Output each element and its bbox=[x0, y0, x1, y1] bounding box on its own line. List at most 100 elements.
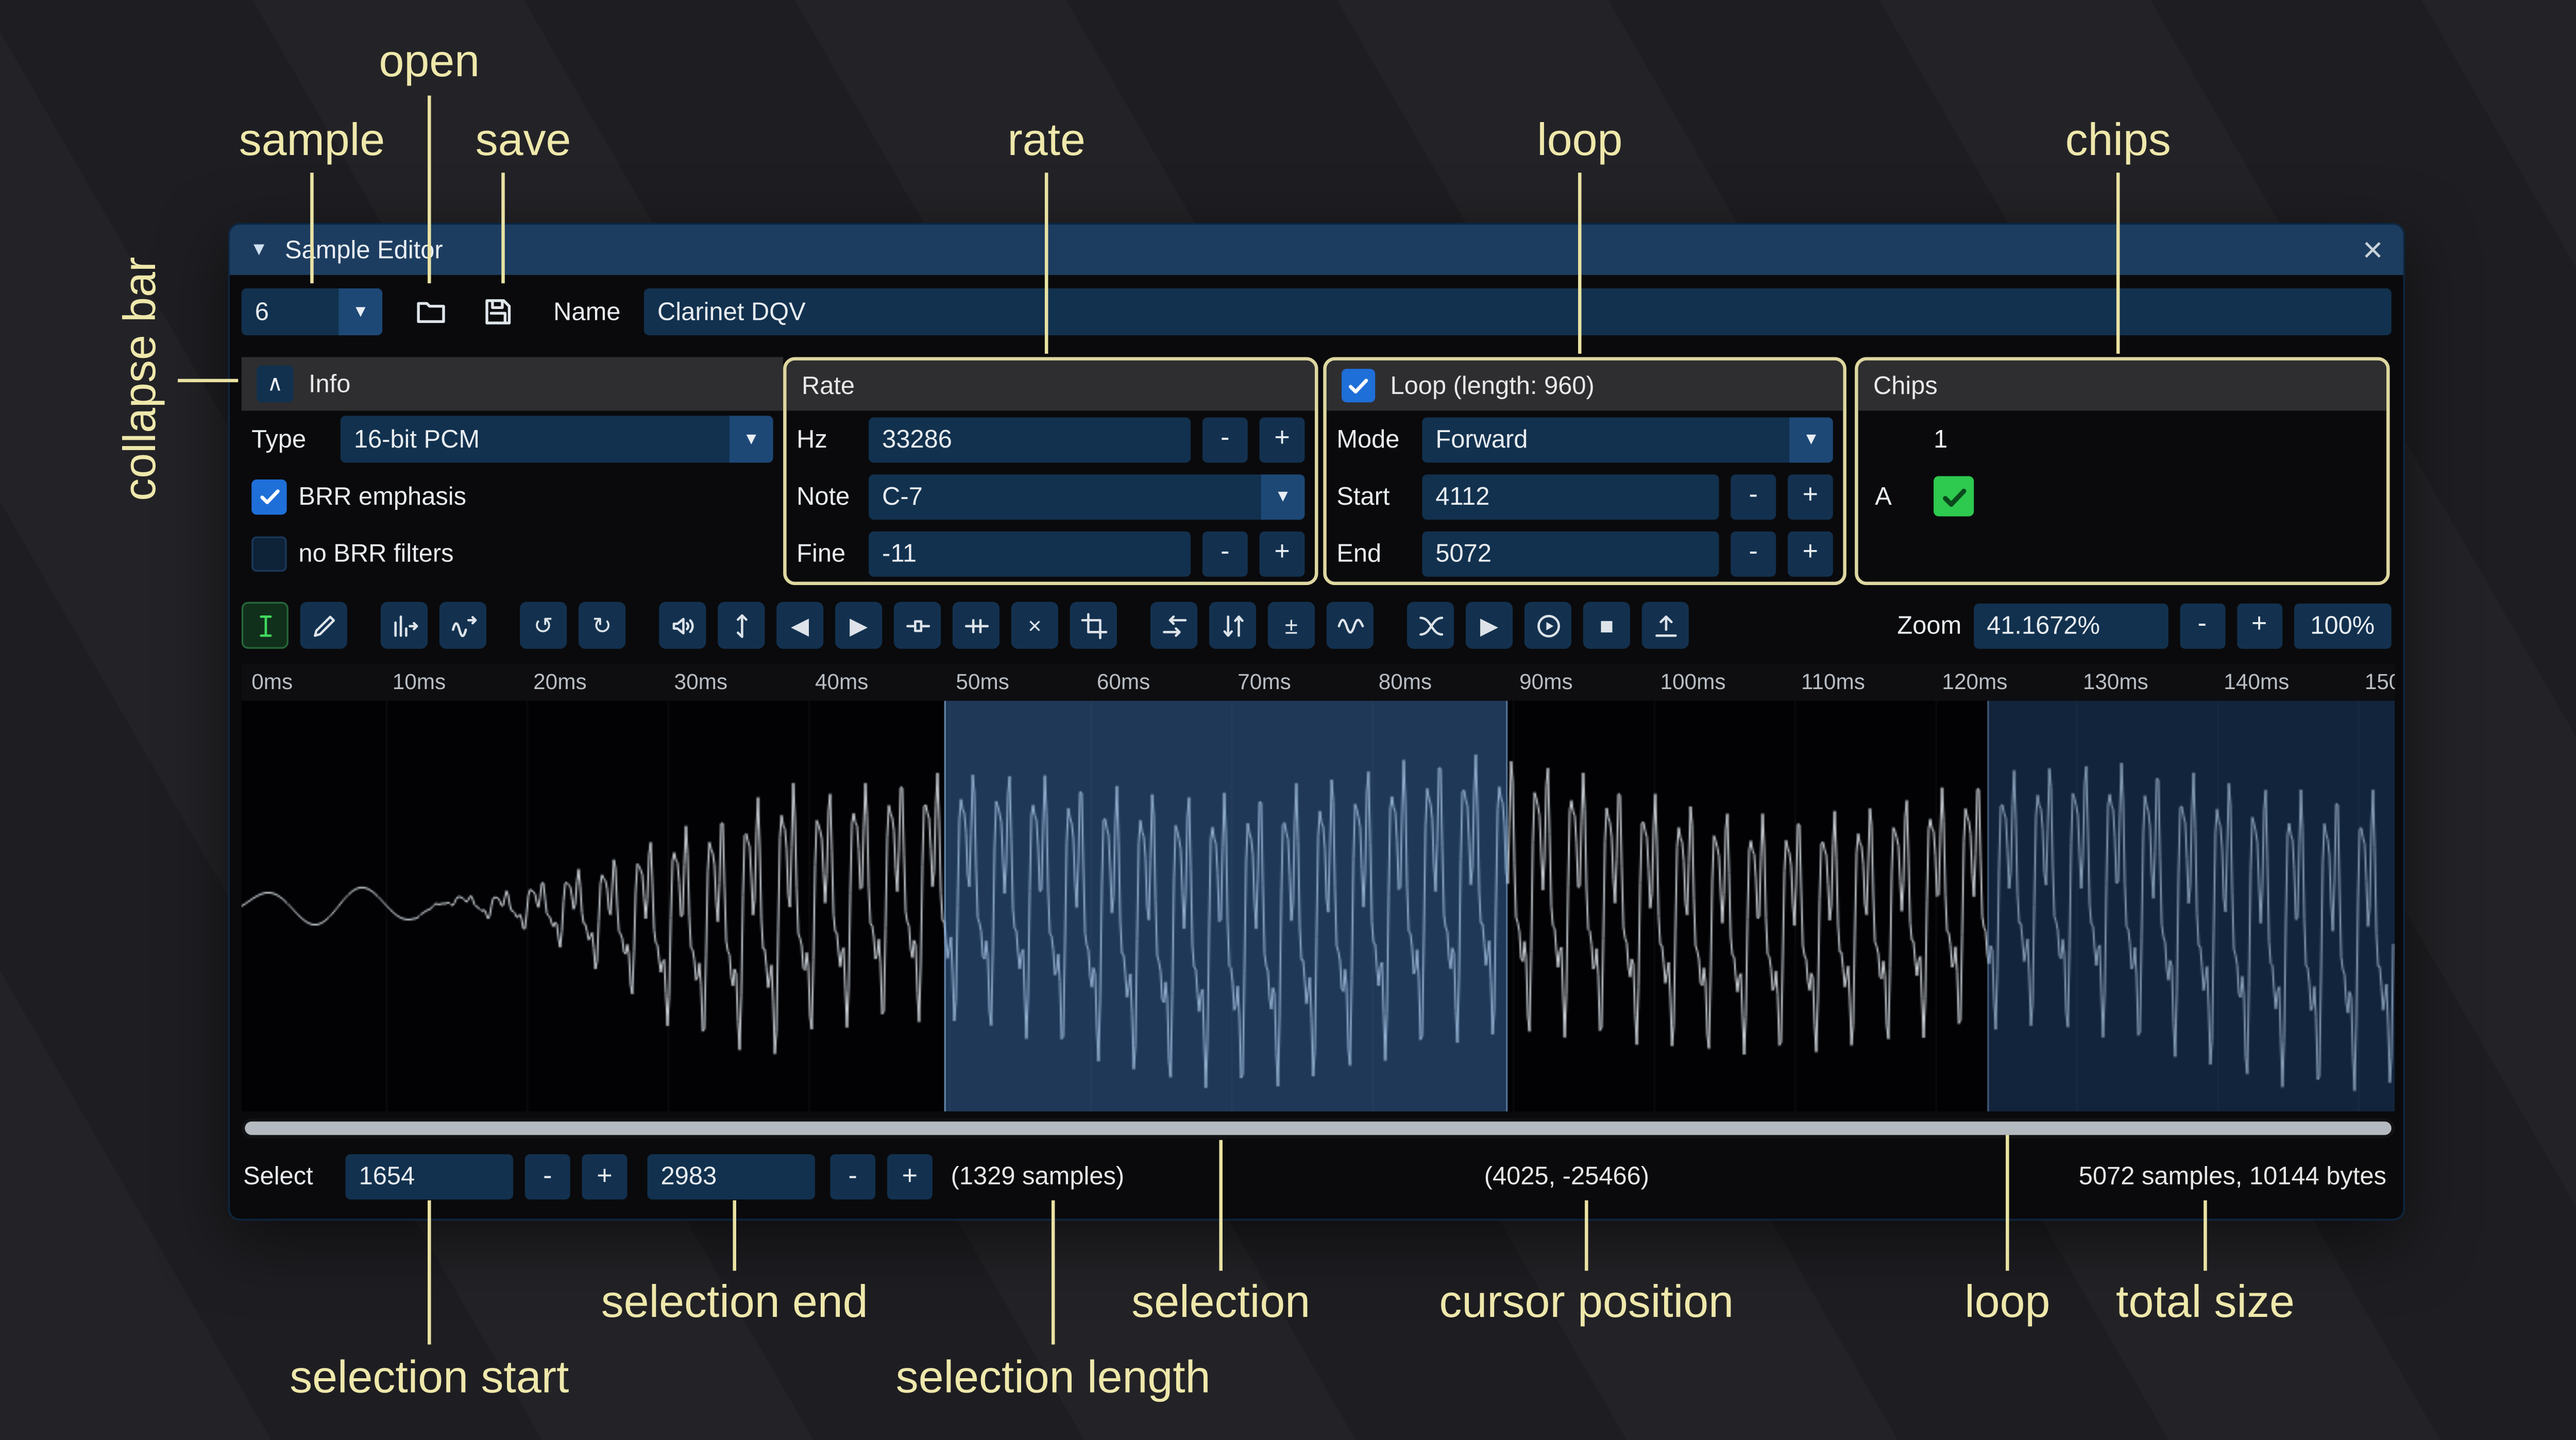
selection-region[interactable] bbox=[944, 701, 1508, 1111]
timeline-label: 60ms bbox=[1097, 669, 1150, 694]
selection-start-increase-button[interactable]: + bbox=[582, 1154, 628, 1199]
open-button[interactable] bbox=[406, 288, 456, 335]
loop-start-increase-button[interactable]: + bbox=[1788, 474, 1833, 519]
sample-type-select[interactable]: 16-bit PCM ▼ bbox=[341, 416, 773, 462]
zoom-input[interactable] bbox=[1973, 603, 2168, 648]
no-brr-filters-checkbox[interactable] bbox=[251, 536, 286, 571]
insert-silence-button[interactable] bbox=[894, 602, 941, 649]
stop-preview-button[interactable]: ■ bbox=[1583, 602, 1630, 649]
hz-increase-button[interactable]: + bbox=[1260, 417, 1305, 462]
annotation-selection: selection bbox=[1131, 1277, 1310, 1329]
selection-start-decrease-button[interactable]: - bbox=[525, 1154, 570, 1199]
chevron-down-icon[interactable]: ▼ bbox=[1261, 474, 1305, 519]
fade-out-button[interactable]: ▶ bbox=[835, 602, 882, 649]
zoom-reset-button[interactable]: 100% bbox=[2294, 603, 2392, 648]
sections-row: ∧ Info Type 16-bit PCM ▼ BRR emphasis bbox=[242, 357, 2395, 585]
fine-increase-button[interactable]: + bbox=[1260, 530, 1305, 576]
titlebar[interactable]: ▼ Sample Editor × bbox=[230, 225, 2403, 275]
fine-input[interactable] bbox=[869, 530, 1191, 576]
floppy-icon bbox=[481, 295, 515, 329]
loop-start-decrease-button[interactable]: - bbox=[1731, 474, 1776, 519]
annotation-selection-start: selection start bbox=[290, 1352, 569, 1404]
annotation-line-cursor-position bbox=[1585, 1201, 1588, 1271]
timeline-ruler[interactable]: 0ms10ms20ms30ms40ms50ms60ms70ms80ms90ms1… bbox=[242, 664, 2395, 702]
chevron-down-icon[interactable]: ▼ bbox=[1789, 417, 1833, 462]
amplify-button[interactable] bbox=[659, 602, 706, 649]
brr-emphasis-checkbox[interactable] bbox=[251, 478, 286, 513]
status-bar: Select - + - + (1329 samples) (4025, -25… bbox=[230, 1146, 2403, 1207]
chevron-down-icon[interactable]: ▼ bbox=[339, 288, 383, 335]
zoom-out-button[interactable]: - bbox=[2179, 603, 2225, 648]
import-sample-button[interactable] bbox=[1642, 602, 1689, 649]
loop-end-input[interactable] bbox=[1422, 530, 1719, 576]
window-collapse-icon[interactable]: ▼ bbox=[250, 239, 268, 260]
timeline-label: 140ms bbox=[2224, 669, 2289, 694]
waveform-view[interactable] bbox=[242, 701, 2395, 1111]
selection-end-input[interactable] bbox=[647, 1154, 815, 1199]
sample-selector[interactable]: 6 ▼ bbox=[242, 288, 382, 335]
annotation-save: save bbox=[476, 115, 571, 167]
zoom-in-button[interactable]: + bbox=[2236, 603, 2282, 648]
annotation-line-rate bbox=[1045, 173, 1048, 354]
apply-filter-icon bbox=[1336, 611, 1364, 639]
loop-start-input[interactable] bbox=[1422, 474, 1719, 519]
crossfade-loop-button[interactable] bbox=[1407, 602, 1454, 649]
horizontal-scrollbar[interactable] bbox=[242, 1118, 2395, 1138]
invert-button[interactable] bbox=[1209, 602, 1256, 649]
sample-selector-value: 6 bbox=[242, 298, 339, 326]
fade-in-button[interactable]: ◀ bbox=[776, 602, 823, 649]
save-button[interactable] bbox=[473, 288, 523, 335]
fine-decrease-button[interactable]: - bbox=[1202, 530, 1248, 576]
hz-input[interactable] bbox=[869, 417, 1191, 462]
annotation-line-loop-region bbox=[2006, 1135, 2009, 1271]
note-select[interactable]: C-7 ▼ bbox=[869, 474, 1304, 519]
loop-mode-select[interactable]: Forward ▼ bbox=[1422, 417, 1833, 462]
apply-filter-button[interactable] bbox=[1327, 602, 1374, 649]
hz-decrease-button[interactable]: - bbox=[1202, 417, 1248, 462]
select-mode-button[interactable] bbox=[242, 602, 289, 649]
chevron-down-icon[interactable]: ▼ bbox=[730, 416, 773, 462]
annotation-line-open bbox=[428, 96, 431, 284]
loop-end-decrease-button[interactable]: - bbox=[1731, 530, 1776, 576]
normalize-button[interactable] bbox=[718, 602, 765, 649]
loop-end-increase-button[interactable]: + bbox=[1788, 530, 1833, 576]
chip-a-checkbox[interactable] bbox=[1934, 476, 1974, 516]
toolbar-buttons: ↺ ↻ ◀ ▶ × ± ▶ ■ bbox=[242, 602, 1689, 649]
name-input[interactable] bbox=[644, 288, 2392, 335]
resample-button[interactable] bbox=[439, 602, 486, 649]
note-row: Note C-7 ▼ bbox=[787, 468, 1315, 525]
selection-start-input[interactable] bbox=[346, 1154, 514, 1199]
preview-sample-icon: ▶ bbox=[1480, 611, 1498, 639]
brr-emphasis-label: BRR emphasis bbox=[298, 482, 466, 510]
draw-mode-button[interactable] bbox=[300, 602, 347, 649]
undo-button[interactable]: ↺ bbox=[520, 602, 567, 649]
reverse-button[interactable] bbox=[1150, 602, 1197, 649]
scrollbar-thumb[interactable] bbox=[245, 1122, 2392, 1135]
chips-section: Chips 1 A bbox=[1855, 357, 2389, 585]
loop-region[interactable] bbox=[1987, 701, 2395, 1111]
loop-end-label: End bbox=[1336, 539, 1410, 568]
apply-silence-button[interactable] bbox=[953, 602, 999, 649]
signed-unsigned-button[interactable]: ± bbox=[1268, 602, 1315, 649]
timeline-label: 90ms bbox=[1519, 669, 1573, 694]
timeline-label: 80ms bbox=[1379, 669, 1432, 694]
collapse-bar-button[interactable]: ∧ bbox=[257, 366, 294, 403]
selection-end-decrease-button[interactable]: - bbox=[830, 1154, 875, 1199]
play-from-cursor-button[interactable] bbox=[1524, 602, 1571, 649]
resize-button[interactable] bbox=[381, 602, 428, 649]
delete-icon: × bbox=[1028, 612, 1042, 639]
loop-enable-checkbox[interactable] bbox=[1342, 369, 1375, 402]
redo-button[interactable]: ↻ bbox=[579, 602, 625, 649]
rate-section-header: Rate bbox=[787, 361, 1315, 411]
delete-button[interactable]: × bbox=[1011, 602, 1058, 649]
trim-button[interactable] bbox=[1070, 602, 1117, 649]
close-icon[interactable]: × bbox=[2363, 232, 2383, 267]
annotation-cursor-position: cursor position bbox=[1439, 1277, 1734, 1329]
preview-sample-button[interactable]: ▶ bbox=[1466, 602, 1513, 649]
type-label: Type bbox=[251, 425, 329, 453]
reverse-icon bbox=[1160, 611, 1188, 639]
selection-length-text: (1329 samples) bbox=[951, 1162, 1125, 1191]
annotation-line-selection bbox=[1219, 1140, 1223, 1271]
selection-end-increase-button[interactable]: + bbox=[887, 1154, 933, 1199]
signed-unsigned-icon: ± bbox=[1285, 612, 1298, 639]
